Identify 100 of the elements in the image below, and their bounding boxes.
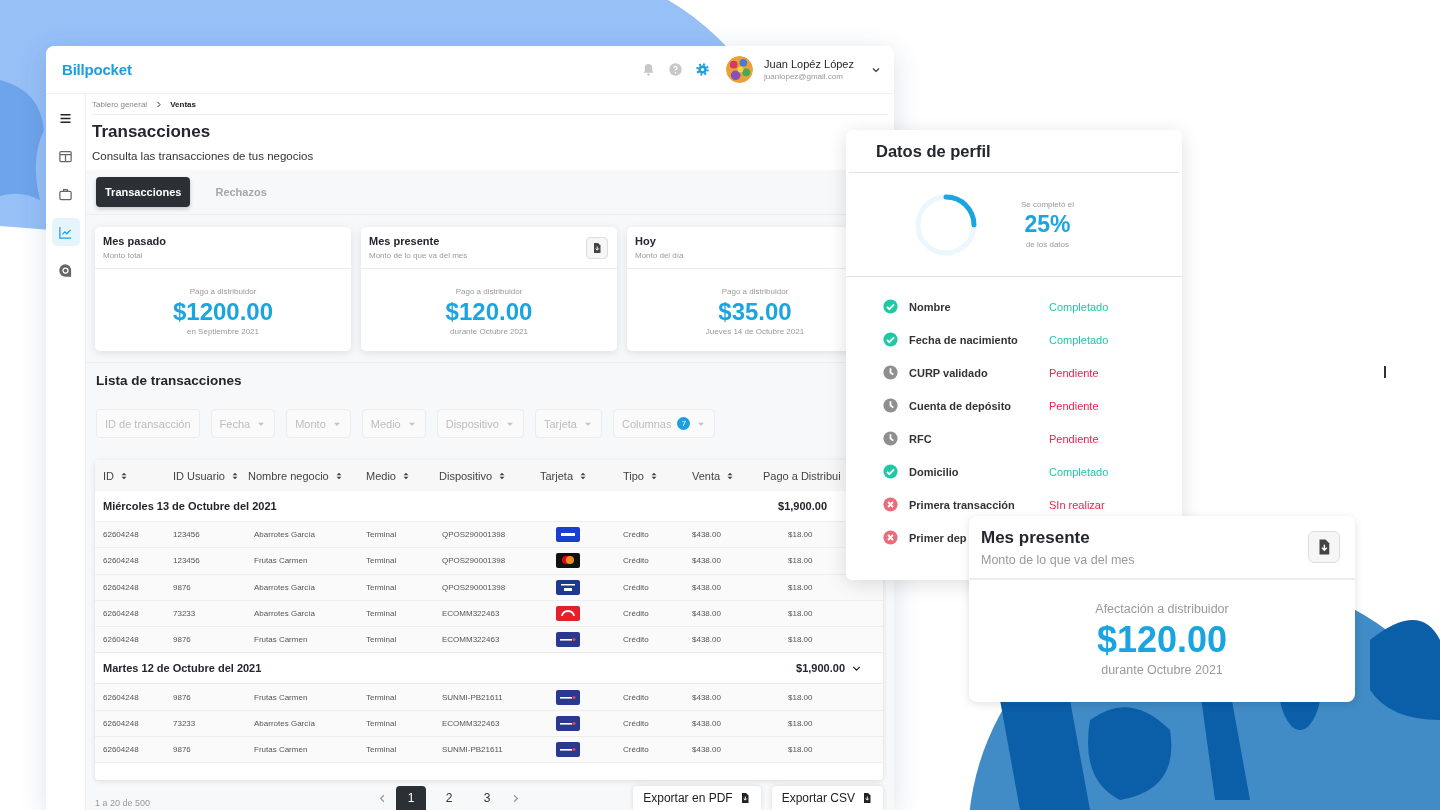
table-cell-text: Terminal	[366, 530, 398, 540]
export-button[interactable]: Exportar CSV	[771, 786, 883, 810]
table-cell-text: ECOMM322463	[441, 718, 501, 728]
table-cell-text: QPOS290001398	[441, 556, 507, 566]
column-header[interactable]: Medio	[366, 469, 439, 482]
table-cell-text: $18.00	[787, 582, 814, 592]
column-header[interactable]: Tarjeta	[540, 469, 623, 482]
column-header[interactable]: Dispositivo	[439, 469, 540, 482]
breadcrumb-item[interactable]: Tablero general	[92, 99, 148, 109]
user-name: Juan Lopéz López	[764, 58, 854, 70]
table-cell-text: QPOS290001398	[441, 530, 507, 540]
export-button[interactable]: Exportar en PDF	[633, 786, 761, 810]
table-cell-text: 9876	[173, 582, 192, 592]
profile-field: CURP validado	[909, 366, 988, 379]
status-label: Pendiente	[1049, 432, 1099, 445]
breadcrumb-item[interactable]: Ventas	[170, 99, 196, 109]
profile-field: Cuenta de depósito	[909, 399, 1012, 412]
table-cell-text: SUNMI-PB21611	[441, 692, 504, 702]
profile-field: Fecha de nacimiento	[909, 333, 1018, 346]
avatar[interactable]	[726, 56, 754, 83]
amount-value: $120.00	[1096, 619, 1228, 661]
table-cell-text: Crédito	[623, 718, 650, 728]
amount-value: $120.00	[445, 298, 533, 326]
table-cell-text: Frutas Carmen	[253, 745, 309, 755]
coin-chat-icon	[58, 262, 73, 278]
table-cell-text: $18.00	[787, 556, 814, 566]
table-cell-text: ECOMM322463	[441, 609, 501, 619]
table-cell-text: $438.00	[692, 530, 722, 540]
table-cell-text: Abarrotes García	[253, 609, 316, 619]
table-cell-text: 62604248	[103, 635, 140, 645]
card-title: Hoy	[635, 235, 657, 247]
page-button[interactable]: 2	[434, 786, 464, 810]
status-label: Completado	[1049, 465, 1109, 478]
download-file-icon	[591, 241, 603, 254]
table-cell-text: 62604248	[103, 692, 140, 702]
table-cell-text: 9876	[173, 635, 192, 645]
table-cell-text: Frutas Carmen	[253, 556, 309, 566]
briefcase-icon	[58, 186, 73, 202]
results-count: 1 a 20 de 500	[95, 798, 152, 810]
table-cell-text: $438.00	[692, 692, 722, 702]
download-button[interactable]	[586, 236, 608, 259]
column-header[interactable]: Nombre negocio	[248, 469, 366, 482]
table-cell-text: Terminal	[366, 582, 398, 592]
table-cell-text: $18.00	[787, 718, 814, 728]
group-date: Miércoles 13 de Octubre del 2021	[103, 500, 277, 512]
table-cell-text: SUNMI-PB21611	[441, 745, 504, 755]
table-cell-text: Terminal	[366, 718, 398, 728]
card-subtitle: Monto total	[103, 251, 144, 260]
table-cell-text: Terminal	[366, 745, 398, 755]
table-cell-text: Abarrotes García	[253, 582, 316, 592]
page-button[interactable]: 1	[396, 786, 426, 810]
column-header[interactable]: Pago a Distribui	[763, 469, 883, 482]
table-cell-text: 62604248	[103, 530, 140, 540]
progress-note: de los datos	[1025, 240, 1070, 249]
tab[interactable]: Transacciones	[96, 177, 191, 207]
table-cell-text: 73233	[173, 609, 197, 619]
table-cell-text: Crédito	[623, 745, 650, 755]
group-total: $1,900.00	[778, 500, 827, 512]
page-button[interactable]: 3	[472, 786, 502, 810]
profile-field: Primera transacción	[909, 498, 1015, 511]
table-cell-text: Terminal	[366, 609, 398, 619]
card-title: Mes pasado	[103, 235, 166, 247]
table-cell-text: Crédito	[623, 692, 650, 702]
table-cell-text: Crédito	[623, 530, 650, 540]
settings-icon[interactable]	[695, 62, 711, 77]
table-cell-text: 62604248	[103, 556, 140, 566]
profile-field: Domicilio	[909, 465, 959, 478]
table-cell-text: Terminal	[366, 635, 398, 645]
table-cell-text: $18.00	[787, 692, 814, 702]
table-cell-text: ECOMM322463	[441, 635, 501, 645]
table-cell-text: $438.00	[692, 635, 722, 645]
table-cell-text: Crédito	[623, 609, 650, 619]
table-cell-text: 9876	[173, 692, 192, 702]
table-cell-text: 62604248	[103, 745, 140, 755]
column-header[interactable]: Tipo	[623, 469, 692, 482]
amount-caption: Pago a distribuidor	[721, 287, 789, 296]
amount-period: en Septiembre 2021	[186, 327, 260, 336]
table-cell-text: $18.00	[787, 609, 814, 619]
table-cell-text: $438.00	[692, 582, 722, 592]
table-cell-text: Frutas Carmen	[253, 635, 309, 645]
table-cell-text: Terminal	[366, 692, 398, 702]
amount-caption: Pago a distribuidor	[189, 287, 257, 296]
download-button[interactable]	[1308, 531, 1340, 563]
profile-field: RFC	[909, 432, 932, 445]
group-total: $1,900.00	[796, 662, 845, 675]
table-cell-text: $438.00	[692, 745, 722, 755]
table-cell-text: Terminal	[366, 556, 398, 566]
status-label: Pendiente	[1049, 366, 1099, 379]
table-cell-text: 123456	[173, 556, 201, 566]
card-title: Datos de perfil	[849, 130, 1179, 173]
column-header[interactable]: ID Usuario	[173, 469, 248, 482]
logo: Billpocket	[62, 61, 132, 78]
table-cell-text: 9876	[173, 745, 192, 755]
column-header[interactable]: ID	[103, 469, 173, 482]
profile-field: Nombre	[909, 300, 951, 313]
chevron-right-icon	[154, 99, 164, 109]
table-cell-text: Abarrotes García	[253, 530, 316, 540]
column-header[interactable]: Venta	[692, 469, 763, 482]
sort-icon	[649, 470, 659, 481]
table-cell-text: Frutas Carmen	[253, 692, 309, 702]
